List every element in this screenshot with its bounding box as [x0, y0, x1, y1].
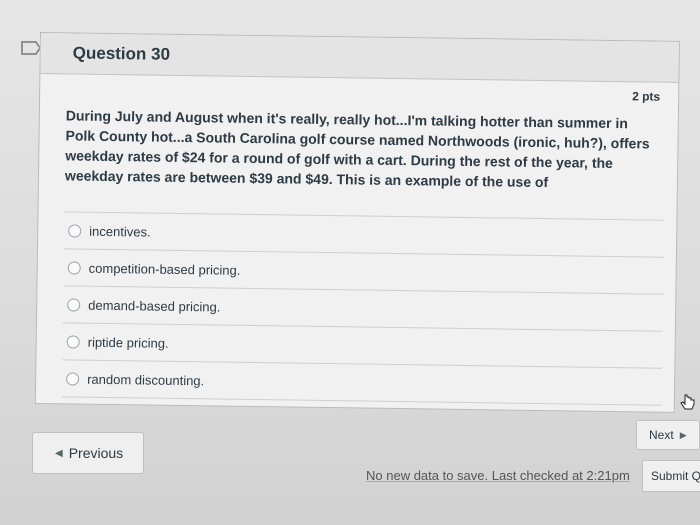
- question-text: During July and August when it's really,…: [64, 107, 650, 191]
- previous-label: Previous: [68, 445, 124, 461]
- submit-label: Submit Q: [651, 469, 700, 483]
- answer-label: competition-based pricing.: [88, 260, 241, 278]
- quiz-screen: Question 30 2 pts During July and August…: [0, 0, 700, 525]
- question-title: Question 30: [72, 43, 171, 64]
- answer-label: demand-based pricing.: [88, 297, 221, 315]
- radio-button[interactable]: [67, 297, 81, 312]
- answer-label: riptide pricing.: [87, 334, 169, 351]
- submit-quiz-button[interactable]: Submit Q: [642, 460, 700, 492]
- next-label: Next: [649, 428, 674, 442]
- radio-button[interactable]: [66, 371, 80, 386]
- radio-button[interactable]: [67, 260, 81, 275]
- question-header: Question 30: [40, 33, 679, 83]
- answer-label: incentives.: [89, 223, 151, 240]
- next-button[interactable]: Next ▶: [636, 420, 700, 450]
- radio-button[interactable]: [66, 334, 80, 349]
- answer-option[interactable]: random discounting.: [61, 359, 663, 406]
- question-points: 2 pts: [632, 89, 661, 104]
- answer-list: incentives. competition-based pricing. d…: [61, 211, 665, 406]
- chevron-right-icon: ▶: [679, 429, 687, 440]
- previous-button[interactable]: ◀ Previous: [32, 432, 144, 474]
- chevron-left-icon: ◀: [55, 447, 63, 459]
- hand-cursor-icon: [680, 394, 695, 410]
- radio-button[interactable]: [68, 223, 82, 238]
- answer-label: random discounting.: [87, 371, 205, 388]
- question-card: Question 30 2 pts During July and August…: [34, 32, 680, 413]
- autosave-status: No new data to save. Last checked at 2:2…: [366, 468, 630, 483]
